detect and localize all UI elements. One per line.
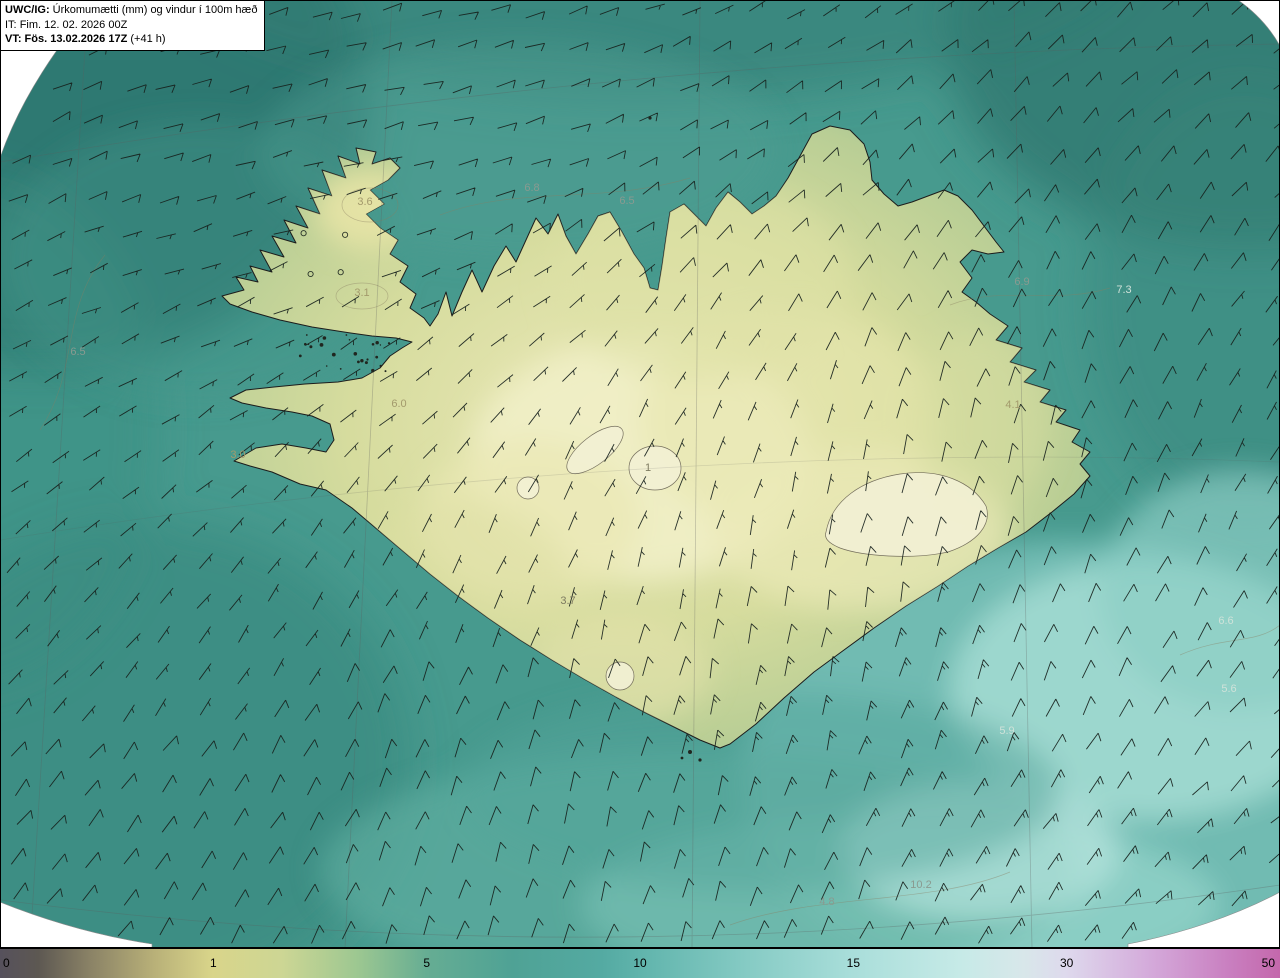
title-line-init: IT: Fim. 12. 02. 2026 00Z	[5, 18, 257, 33]
title-line-model: UWC/IG: Úrkomumætti (mm) og vindur í 100…	[5, 3, 257, 18]
valid-offset: (+41 h)	[130, 33, 166, 46]
colorbar-tick: 5	[423, 956, 430, 970]
colorbar-tick: 50	[1261, 956, 1275, 970]
colorbar-tick: 10	[633, 956, 647, 970]
title-line-valid: VT: Fös. 13.02.2026 17Z (+41 h)	[5, 32, 257, 47]
colorbar-tick: 15	[846, 956, 861, 970]
colorbar-ticks: 0 1 5 10 15 30 50	[0, 949, 1280, 978]
weather-map-page: 6.8 6.5 3.6 3.1 6.5 6.0 3.0 6.9 7.3 4.1 1 3.7 6.6 5.6…	[0, 0, 1280, 978]
precip-colorbar: 0 1 5 10 15 30 50	[0, 948, 1280, 978]
init-time: Fim. 12. 02. 2026 00Z	[19, 18, 128, 31]
valid-time: VT: Fös. 13.02.2026 17Z	[5, 33, 128, 46]
precip-wind-map	[0, 0, 1280, 948]
colorbar-tick: 1	[209, 956, 217, 970]
map-title-box: UWC/IG: Úrkomumætti (mm) og vindur í 100…	[0, 0, 266, 51]
map-area: 6.8 6.5 3.6 3.1 6.5 6.0 3.0 6.9 7.3 4.1 1 3.7 6.6 5.6…	[0, 0, 1280, 948]
colorbar-tick: 30	[1059, 956, 1074, 970]
init-label: IT:	[5, 18, 17, 31]
colorbar-tick: 0	[3, 956, 10, 970]
map-title: Úrkomumætti (mm) og vindur í 100m hæð	[52, 4, 258, 16]
model-label: UWC/IG:	[5, 4, 50, 16]
